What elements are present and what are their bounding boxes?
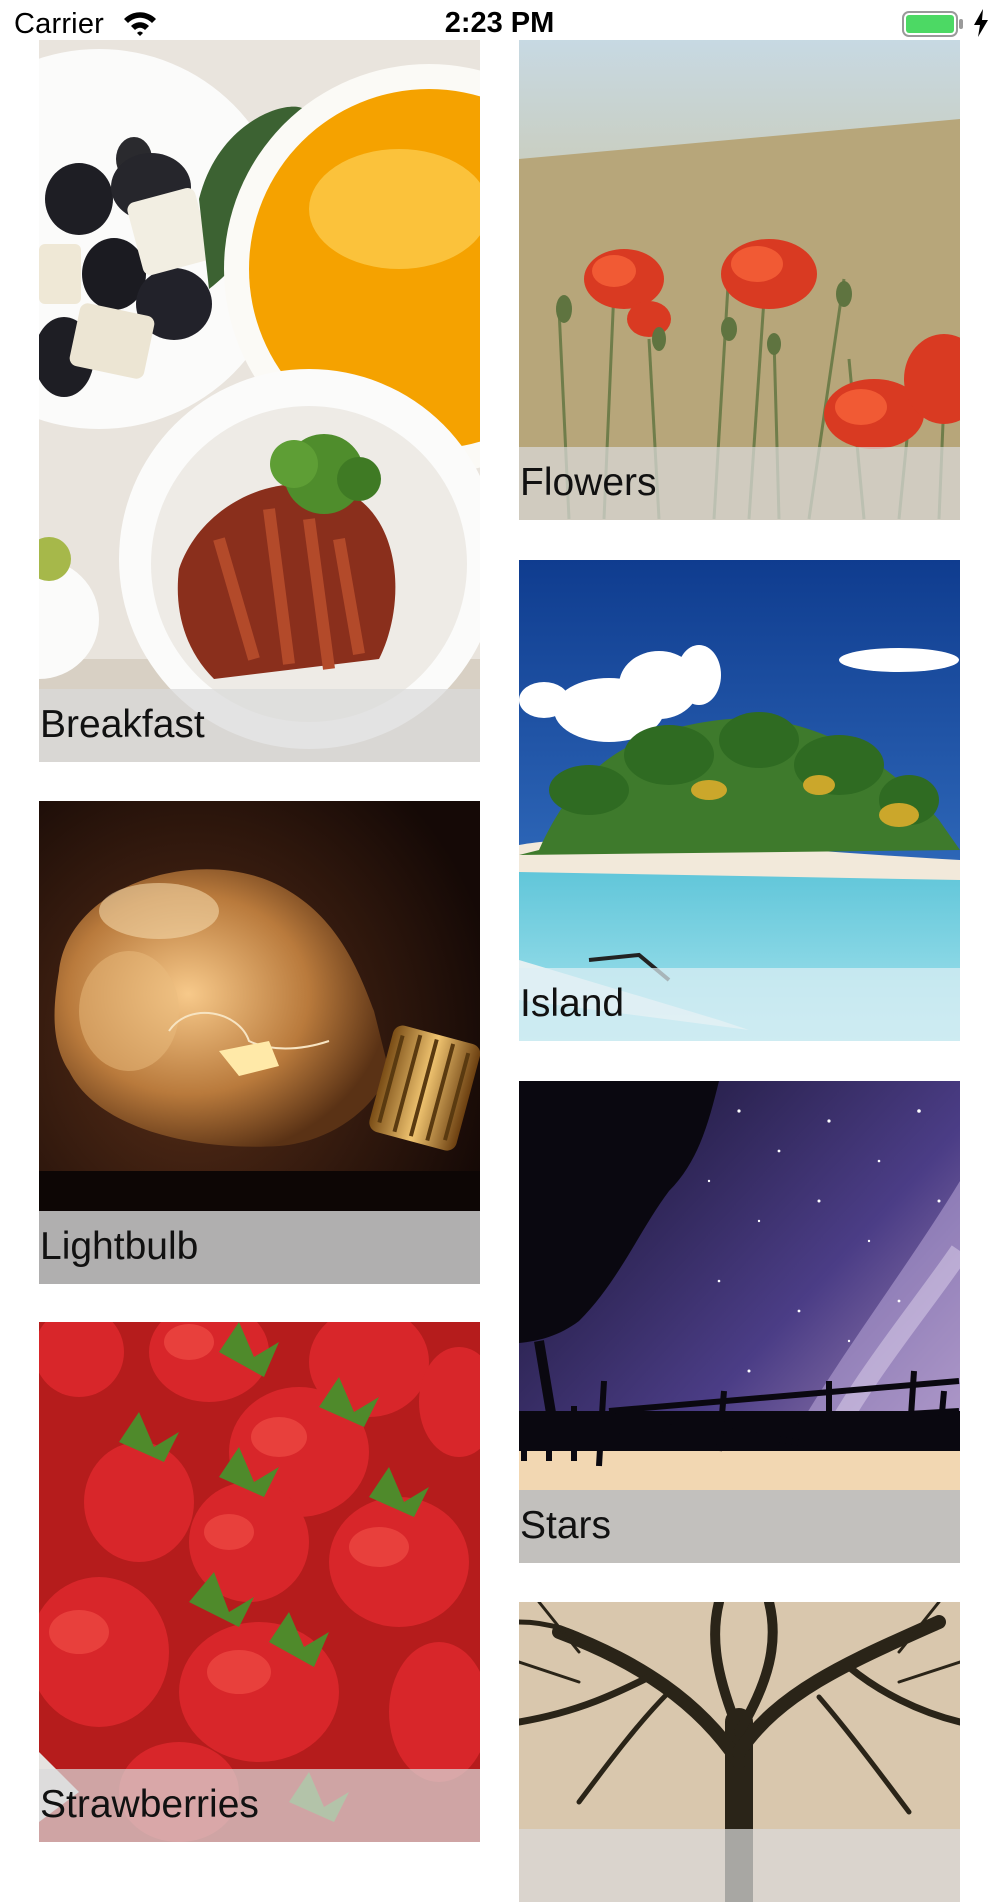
photo-card-strawberries[interactable]: Strawberries [39, 1322, 480, 1842]
photo-caption: Strawberries [39, 1769, 480, 1842]
photo-card-island[interactable]: Island [519, 560, 960, 1041]
status-bar: Carrier 2:23 PM [0, 0, 999, 40]
photo-card-lightbulb[interactable]: Lightbulb [39, 801, 480, 1284]
charging-icon [974, 9, 988, 37]
caption-label-lightbulb: Lightbulb [40, 1225, 199, 1268]
photo-card-flowers[interactable]: Flowers [519, 39, 960, 520]
photo-caption: Breakfast [39, 689, 480, 762]
battery-icon [902, 11, 963, 37]
photo-caption: Island [519, 968, 960, 1041]
photo-caption [519, 1829, 960, 1902]
caption-label-island: Island [520, 982, 625, 1025]
photo-grid: Breakfast Flowers Island Lightbulb Stars… [0, 0, 999, 1902]
caption-label-stars: Stars [520, 1504, 612, 1547]
breakfast-photo [39, 39, 480, 762]
photo-caption: Flowers [519, 447, 960, 520]
caption-label-flowers: Flowers [520, 461, 657, 504]
photo-card-tree[interactable] [519, 1602, 960, 1902]
photo-caption: Lightbulb [39, 1211, 480, 1284]
strawberries-photo [39, 1322, 480, 1842]
photo-caption: Stars [519, 1490, 960, 1563]
photo-card-stars[interactable]: Stars [519, 1081, 960, 1563]
photo-card-breakfast[interactable]: Breakfast [39, 39, 480, 762]
status-time: 2:23 PM [444, 7, 555, 39]
caption-label-strawberries: Strawberries [40, 1783, 259, 1826]
caption-label-breakfast: Breakfast [40, 703, 205, 746]
